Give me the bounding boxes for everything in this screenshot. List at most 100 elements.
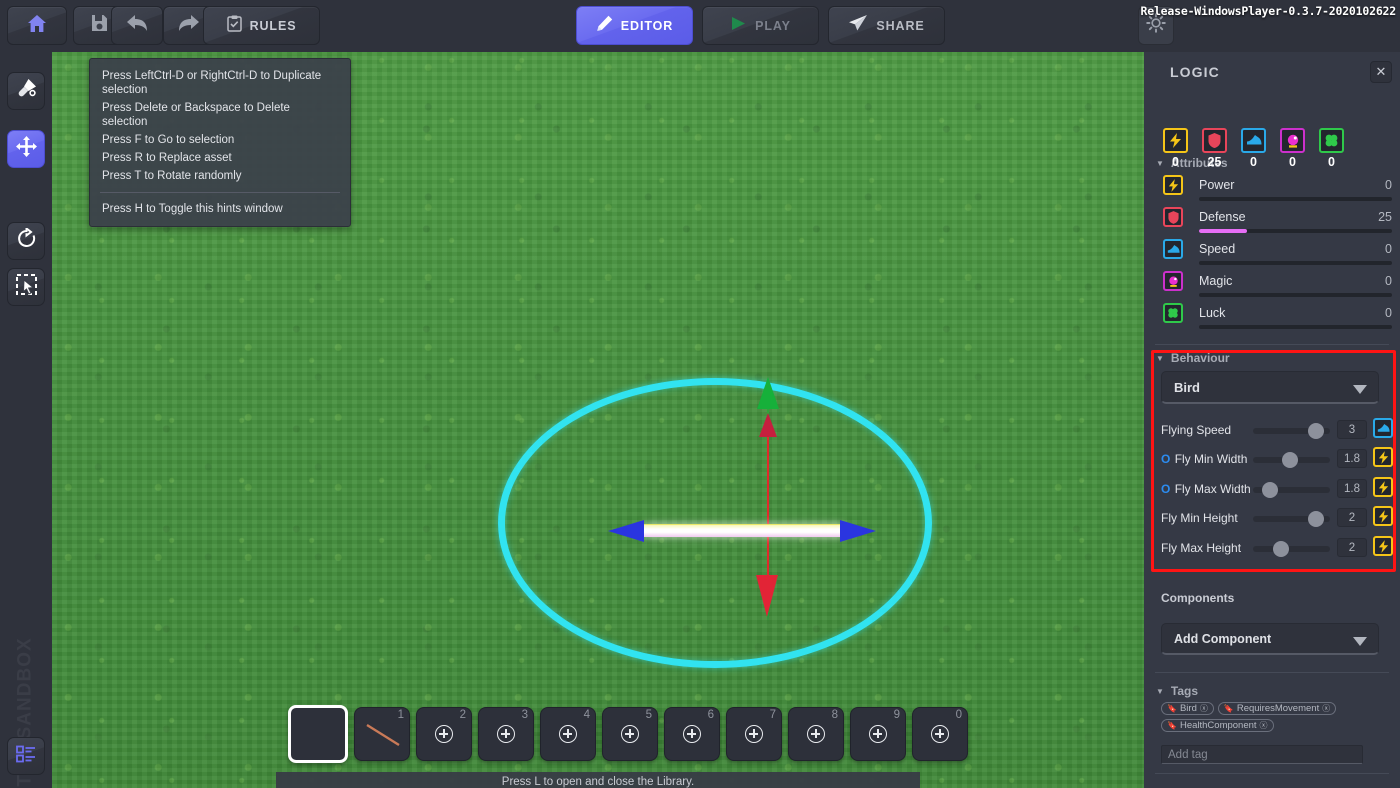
- behaviour-dropdown[interactable]: Bird: [1161, 371, 1379, 404]
- asset-slot[interactable]: 7: [726, 707, 782, 761]
- 3d-viewport[interactable]: Press LeftCtrl-D or RightCtrl-D to Dupli…: [52, 52, 1144, 788]
- tag-chip[interactable]: 🔖 HealthComponent ⓧ: [1161, 719, 1274, 732]
- play-tab-button[interactable]: PLAY: [702, 6, 819, 45]
- select-tool-button[interactable]: [7, 268, 45, 306]
- plus-icon: [435, 725, 453, 743]
- attribute-row-luck[interactable]: Luck 0: [1163, 303, 1395, 335]
- link-circle-icon[interactable]: O: [1161, 482, 1170, 496]
- property-slider[interactable]: [1253, 541, 1330, 557]
- power-lightning-icon: [1163, 175, 1183, 195]
- undo-button[interactable]: [111, 6, 163, 45]
- asset-slot[interactable]: 9: [850, 707, 906, 761]
- property-row-fly-max-height[interactable]: Fly Max Height 2: [1161, 536, 1393, 561]
- rules-button[interactable]: RULES: [203, 6, 320, 45]
- asset-slot[interactable]: 2: [416, 707, 472, 761]
- redo-arrow-icon: [178, 14, 200, 37]
- attribute-row-defense[interactable]: Defense 25: [1163, 207, 1395, 239]
- layers-tool-button[interactable]: [7, 737, 45, 775]
- property-label-text: Fly Max Width: [1174, 482, 1251, 496]
- link-circle-icon[interactable]: O: [1161, 452, 1170, 466]
- home-button[interactable]: [7, 6, 67, 45]
- selected-object-bar[interactable]: [644, 524, 844, 537]
- paper-plane-icon: [848, 14, 868, 37]
- attribute-progress-bar: [1199, 293, 1392, 297]
- slider-knob[interactable]: [1281, 452, 1298, 468]
- remove-tag-icon[interactable]: ⓧ: [1200, 703, 1208, 714]
- attribute-row-speed[interactable]: Speed 0: [1163, 239, 1395, 271]
- property-value[interactable]: 1.8: [1337, 449, 1367, 468]
- property-row-fly-min-width[interactable]: O Fly Min Width 1.8: [1161, 447, 1393, 472]
- tag-chip[interactable]: 🔖 RequiresMovement ⓧ: [1217, 702, 1337, 715]
- asset-slot-number: 7: [769, 709, 776, 721]
- property-value[interactable]: 2: [1337, 538, 1367, 557]
- attribute-chip-magic[interactable]: 0: [1280, 128, 1305, 169]
- remove-tag-icon[interactable]: ⓧ: [1260, 720, 1268, 731]
- library-status-bar: Press L to open and close the Library.: [276, 772, 920, 788]
- slider-knob[interactable]: [1272, 541, 1289, 557]
- property-icon-wrap[interactable]: [1373, 418, 1393, 438]
- magic-potion-icon: [1280, 128, 1305, 153]
- property-row-flying-speed[interactable]: Flying Speed 3: [1161, 418, 1393, 443]
- property-icon-wrap[interactable]: [1373, 447, 1393, 467]
- slider-knob[interactable]: [1261, 482, 1278, 498]
- share-tab-button[interactable]: SHARE: [828, 6, 945, 45]
- plus-icon: [807, 725, 825, 743]
- attribute-chip-speed[interactable]: 0: [1241, 128, 1266, 169]
- property-row-fly-max-width[interactable]: O Fly Max Width 1.8: [1161, 477, 1393, 502]
- attribute-row-magic[interactable]: Magic 0: [1163, 271, 1395, 303]
- property-icon-wrap[interactable]: [1373, 506, 1393, 526]
- asset-slot[interactable]: 3: [478, 707, 534, 761]
- rotate-tool-button[interactable]: [7, 222, 45, 260]
- slider-knob[interactable]: [1308, 511, 1325, 527]
- tag-chip[interactable]: 🔖 Bird ⓧ: [1161, 702, 1214, 715]
- hints-window: Press LeftCtrl-D or RightCtrl-D to Dupli…: [89, 58, 351, 227]
- property-slider[interactable]: [1253, 452, 1330, 468]
- property-label: Flying Speed: [1161, 423, 1231, 437]
- add-tag-input[interactable]: Add tag: [1161, 745, 1363, 764]
- paint-tool-button[interactable]: [7, 72, 45, 110]
- close-icon[interactable]: ✕: [1370, 61, 1392, 83]
- remove-tag-icon[interactable]: ⓧ: [1322, 703, 1330, 714]
- pencil-icon: [596, 15, 613, 37]
- gizmo-axis-red-cone-top[interactable]: [759, 413, 777, 437]
- property-slider[interactable]: [1253, 423, 1330, 439]
- asset-slot[interactable]: [288, 705, 348, 763]
- move-tool-button[interactable]: [7, 130, 45, 168]
- gizmo-axis-blue-arrow-right[interactable]: [840, 520, 876, 542]
- asset-slot[interactable]: 4: [540, 707, 596, 761]
- property-label: Fly Max Height: [1161, 541, 1241, 555]
- gizmo-axis-red-cone-bottom[interactable]: [756, 575, 778, 617]
- property-icon-wrap[interactable]: [1373, 477, 1393, 497]
- slider-knob[interactable]: [1308, 423, 1325, 439]
- asset-line-thumbnail: [366, 723, 400, 747]
- attribute-row-power[interactable]: Power 0: [1163, 175, 1395, 207]
- property-value[interactable]: 3: [1337, 420, 1367, 439]
- property-row-fly-min-height[interactable]: Fly Min Height 2: [1161, 506, 1393, 531]
- attribute-chips: 0 25 0 0 0: [1163, 128, 1344, 169]
- property-label: O Fly Min Width: [1161, 452, 1247, 466]
- asset-slot[interactable]: 1: [354, 707, 410, 761]
- property-slider[interactable]: [1253, 482, 1330, 498]
- transform-gizmo[interactable]: [597, 377, 897, 637]
- property-value[interactable]: 2: [1337, 508, 1367, 527]
- attribute-chip-luck[interactable]: 0: [1319, 128, 1344, 169]
- tags-section-header[interactable]: ▼ Tags: [1156, 684, 1198, 698]
- property-icon-wrap[interactable]: [1373, 536, 1393, 556]
- add-component-dropdown[interactable]: Add Component: [1161, 623, 1379, 655]
- property-value[interactable]: 1.8: [1337, 479, 1367, 498]
- property-slider[interactable]: [1253, 511, 1330, 527]
- asset-slot[interactable]: 5: [602, 707, 658, 761]
- gizmo-axis-green-arrow[interactable]: [757, 377, 779, 409]
- select-cursor-icon: [15, 274, 37, 300]
- attribute-chip-power[interactable]: 0: [1163, 128, 1188, 169]
- attribute-label: Magic: [1199, 274, 1233, 288]
- attribute-chip-defense[interactable]: 25: [1202, 128, 1227, 169]
- asset-slot-number: 6: [707, 709, 714, 721]
- asset-slot[interactable]: 8: [788, 707, 844, 761]
- asset-slot[interactable]: 0: [912, 707, 968, 761]
- asset-slot[interactable]: 6: [664, 707, 720, 761]
- power-lightning-icon: [1373, 477, 1393, 497]
- editor-tab-button[interactable]: EDITOR: [576, 6, 693, 45]
- top-toolbar: RULES EDITOR PLAY SHARE Release-WindowsP…: [0, 0, 1400, 52]
- gizmo-axis-blue-arrow-left[interactable]: [608, 520, 644, 542]
